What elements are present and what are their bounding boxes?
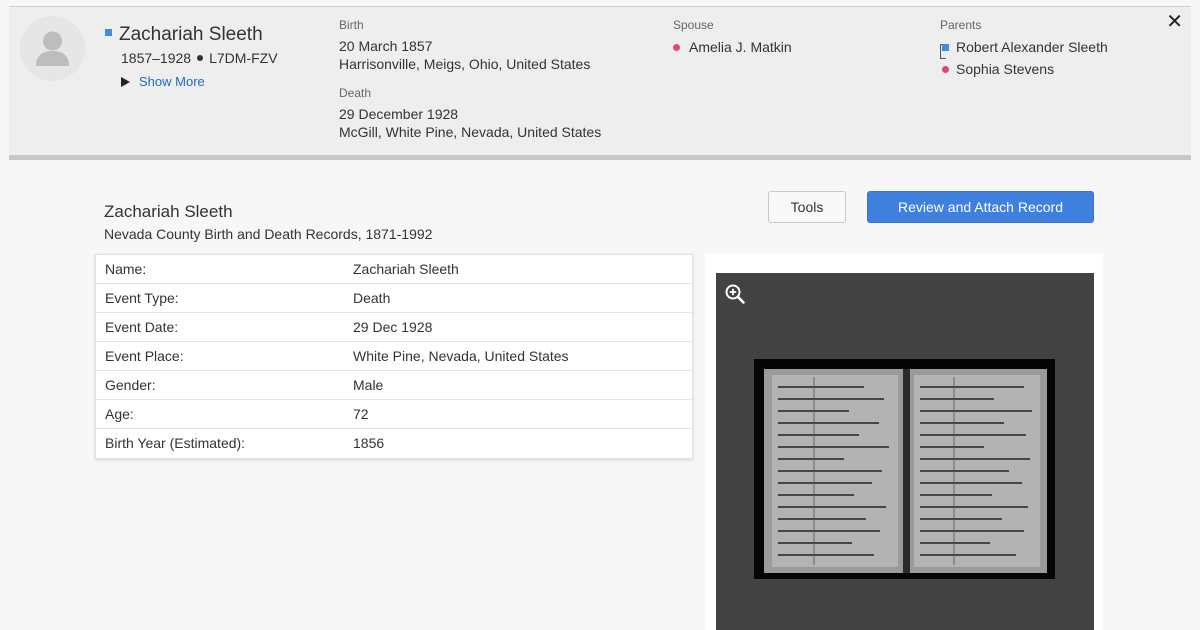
fact-label: Gender:: [105, 377, 156, 393]
birth-date: 20 March 1857: [339, 38, 433, 54]
father-name[interactable]: Robert Alexander Sleeth: [956, 39, 1108, 55]
spouse-name[interactable]: Amelia J. Matkin: [689, 39, 792, 55]
person-name-text[interactable]: Zachariah Sleeth: [119, 24, 263, 45]
parents-section: Parents Robert Alexander Sleeth Sophia S…: [940, 18, 1108, 80]
fact-value: 29 Dec 1928: [353, 319, 433, 335]
person-summary-card: Zachariah Sleeth 1857–1928 L7DM-FZV Show …: [9, 6, 1191, 160]
fact-label: Event Date:: [105, 319, 179, 335]
zoom-in-icon[interactable]: [724, 283, 746, 310]
fact-label: Event Type:: [105, 290, 179, 306]
death-section: Death 29 December 1928 McGill, White Pin…: [339, 86, 601, 141]
table-row: Gender: Male: [96, 371, 692, 400]
parent-mother[interactable]: Sophia Stevens: [940, 58, 1108, 80]
lifespan: 1857–1928: [121, 50, 192, 66]
fact-label: Event Place:: [105, 348, 184, 364]
death-label: Death: [339, 86, 372, 100]
parents-list: Robert Alexander Sleeth Sophia Stevens: [940, 36, 1108, 80]
fact-label: Age:: [105, 406, 134, 422]
parent-father[interactable]: Robert Alexander Sleeth: [940, 36, 1108, 58]
bullet-separator: [197, 55, 204, 62]
mother-name[interactable]: Sophia Stevens: [956, 61, 1054, 77]
fact-value: White Pine, Nevada, United States: [353, 348, 569, 364]
table-row: Event Place: White Pine, Nevada, United …: [96, 342, 692, 371]
review-attach-button[interactable]: Review and Attach Record: [867, 191, 1094, 223]
birth-section: Birth 20 March 1857 Harrisonville, Meigs…: [339, 18, 590, 73]
fact-value: 72: [353, 406, 369, 422]
record-image-thumbnail[interactable]: [754, 359, 1055, 579]
birth-label: Birth: [339, 18, 364, 32]
record-title: Zachariah Sleeth: [104, 202, 233, 221]
person-silhouette-icon: [36, 31, 69, 66]
table-row: Event Type: Death: [96, 284, 692, 313]
fact-value: Zachariah Sleeth: [353, 261, 459, 277]
male-gender-icon: [105, 29, 112, 36]
show-more-label[interactable]: Show More: [139, 74, 205, 89]
fact-label: Name:: [105, 261, 147, 277]
fact-label: Birth Year (Estimated):: [105, 435, 246, 451]
death-date: 29 December 1928: [339, 106, 459, 122]
table-row: Event Date: 29 Dec 1928: [96, 313, 692, 342]
avatar: [20, 16, 85, 81]
record-collection: Nevada County Birth and Death Records, 1…: [104, 226, 433, 242]
record-facts-table: Name: Zachariah Sleeth Event Type: Death…: [95, 254, 693, 459]
birth-place: Harrisonville, Meigs, Ohio, United State…: [339, 56, 591, 72]
fact-value: Male: [353, 377, 384, 393]
tools-button[interactable]: Tools: [768, 191, 846, 223]
person-lifespan-id: 1857–1928 L7DM-FZV: [121, 50, 278, 66]
fact-value: Death: [353, 290, 391, 306]
table-row: Age: 72: [96, 400, 692, 429]
spouse-item[interactable]: Amelia J. Matkin: [673, 39, 792, 55]
table-row: Birth Year (Estimated): 1856: [96, 429, 692, 458]
spouse-section: Spouse Amelia J. Matkin: [673, 18, 792, 55]
fact-value: 1856: [353, 435, 385, 451]
death-place: McGill, White Pine, Nevada, United State…: [339, 124, 602, 140]
parents-label: Parents: [940, 18, 982, 32]
triangle-right-icon: [121, 77, 130, 87]
person-id: L7DM-FZV: [209, 50, 278, 66]
female-gender-icon: [942, 66, 949, 73]
table-row: Name: Zachariah Sleeth: [96, 255, 692, 284]
spouse-label: Spouse: [673, 18, 714, 32]
show-more-toggle[interactable]: Show More: [121, 74, 205, 89]
female-gender-icon: [673, 44, 680, 51]
close-icon[interactable]: ✕: [1166, 9, 1183, 34]
male-gender-icon: [942, 44, 949, 51]
person-name[interactable]: Zachariah Sleeth: [105, 24, 263, 46]
